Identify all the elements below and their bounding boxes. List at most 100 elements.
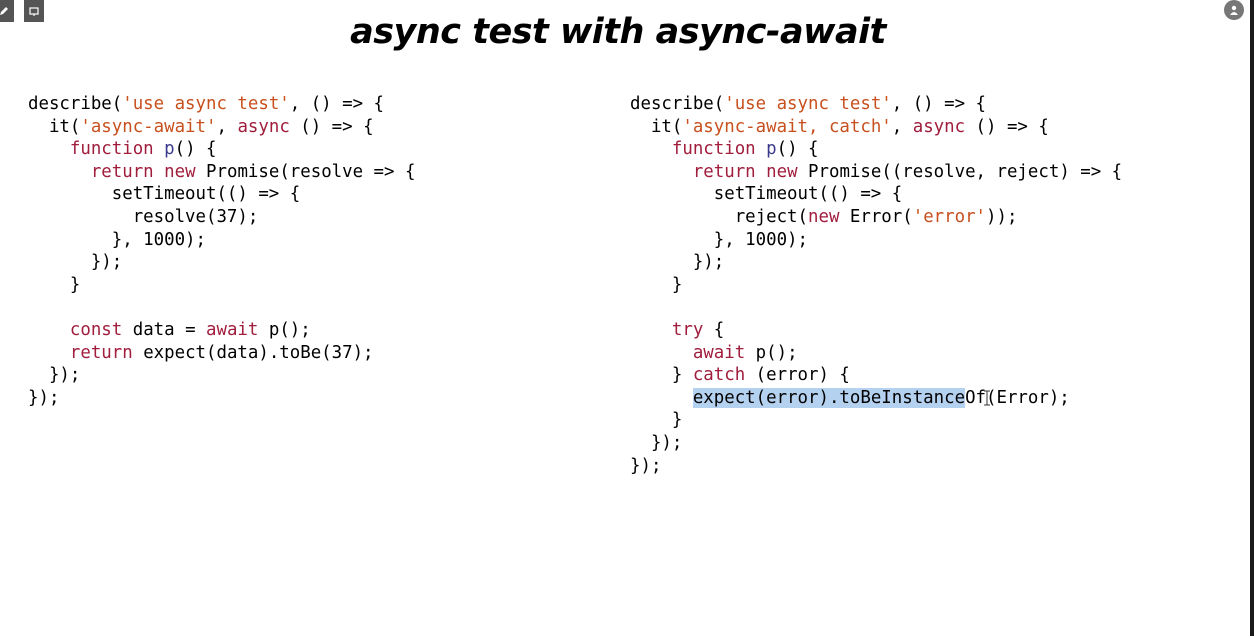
- code-text: () {: [174, 139, 217, 160]
- code-keyword: new: [766, 161, 798, 182]
- right-code-line: });: [630, 432, 1122, 455]
- code-block-left: describe('use async test', () => { it('a…: [28, 93, 415, 409]
- code-text: });: [630, 455, 662, 476]
- code-text: () => {: [289, 116, 374, 137]
- code-keyword: return: [69, 342, 133, 363]
- right-code-line: setTimeout(() => {: [630, 183, 1122, 206]
- code-text: p();: [258, 319, 311, 340]
- right-code-line: [630, 296, 1122, 319]
- code-text: describe(: [28, 94, 123, 114]
- code-keyword: async: [237, 116, 290, 137]
- right-code-line: try {: [630, 319, 1122, 342]
- code-keyword: function: [69, 139, 154, 160]
- code-text: , () => {: [891, 94, 986, 114]
- code-keyword: new: [164, 161, 196, 182]
- code-block-right[interactable]: describe('use async test', () => { it('a…: [630, 93, 1122, 477]
- code-string: 'async-await': [80, 116, 217, 137]
- left-code-line: setTimeout(() => {: [28, 183, 415, 206]
- code-keyword: catch: [692, 365, 746, 386]
- code-keyword: await: [206, 319, 259, 340]
- code-text: expect(data).toBe(37);: [132, 342, 374, 363]
- code-text: resolve(37);: [28, 206, 259, 227]
- left-code-line: });: [28, 251, 415, 274]
- code-selection: expect(error).toBeInstance: [692, 387, 966, 408]
- code-string: 'async-await, catch': [682, 116, 892, 137]
- code-keyword: return: [90, 161, 154, 182]
- code-text: }: [630, 410, 683, 431]
- right-code-line: });: [630, 251, 1122, 274]
- code-text: () => {: [965, 116, 1049, 137]
- left-code-line: });: [28, 364, 415, 387]
- left-code-line: });: [28, 387, 415, 410]
- code-keyword: await: [692, 342, 746, 363]
- code-keyword: function: [671, 139, 756, 160]
- code-text: describe(: [630, 94, 725, 114]
- code-text: data =: [122, 319, 207, 340]
- code-text: setTimeout(() => {: [28, 184, 301, 205]
- code-text: Promise(resolve => {: [195, 161, 416, 182]
- code-string: 'use async test': [122, 94, 290, 114]
- code-text: });: [28, 365, 81, 386]
- code-text: (error) {: [745, 365, 850, 386]
- code-text: });: [630, 432, 683, 453]
- code-text: setTimeout(() => {: [630, 184, 903, 205]
- code-text: {: [703, 319, 725, 340]
- right-code-line: }: [630, 274, 1122, 297]
- code-text: Of(Error);: [965, 387, 1070, 408]
- code-text: Promise((resolve, reject) => {: [797, 161, 1123, 182]
- right-code-line: return new Promise((resolve, reject) => …: [630, 161, 1122, 184]
- code-text: ));: [986, 206, 1018, 227]
- left-code-line: function p() {: [28, 138, 415, 161]
- left-code-line: }: [28, 274, 415, 297]
- right-code-line: it('async-await, catch', async () => {: [630, 116, 1122, 139]
- code-text: it(: [630, 116, 683, 137]
- window-edge: [1250, 0, 1254, 636]
- left-code-line: resolve(37);: [28, 206, 415, 229]
- code-text: Error(: [839, 206, 913, 227]
- right-code-line: function p() {: [630, 138, 1122, 161]
- right-code-line: describe('use async test', () => {: [630, 93, 1122, 116]
- code-text: ,: [216, 116, 238, 137]
- code-text: ,: [891, 116, 913, 137]
- right-code-line: } catch (error) {: [630, 364, 1122, 387]
- code-text: , () => {: [289, 94, 384, 114]
- right-code-line: expect(error).toBeInstanceOf(Error);: [630, 387, 1122, 410]
- code-text: }: [630, 365, 693, 386]
- left-code-line: return new Promise(resolve => {: [28, 161, 416, 184]
- right-code-line: }, 1000);: [630, 229, 1122, 252]
- left-code-line: it('async-await', async () => {: [28, 116, 415, 139]
- left-code-line: const data = await p();: [28, 319, 415, 342]
- code-text: }, 1000);: [630, 229, 808, 250]
- code-keyword: const: [69, 319, 123, 340]
- left-code-line: [28, 296, 415, 319]
- right-code-line: });: [630, 455, 1122, 478]
- code-text: });: [28, 387, 60, 408]
- code-keyword: new: [808, 206, 840, 227]
- code-text: reject(: [630, 206, 808, 227]
- right-code-line: reject(new Error('error'));: [630, 206, 1122, 229]
- code-text: }: [630, 274, 683, 295]
- code-keyword: try: [671, 319, 704, 340]
- code-text: p();: [745, 342, 798, 363]
- code-text: () {: [776, 139, 819, 160]
- code-keyword: async: [912, 116, 966, 137]
- code-text: }: [28, 274, 81, 295]
- code-string: 'error': [912, 206, 987, 227]
- code-function-name: p: [164, 139, 175, 160]
- text-cursor-icon: [984, 390, 990, 406]
- code-keyword: return: [692, 161, 756, 182]
- code-text: });: [28, 252, 123, 273]
